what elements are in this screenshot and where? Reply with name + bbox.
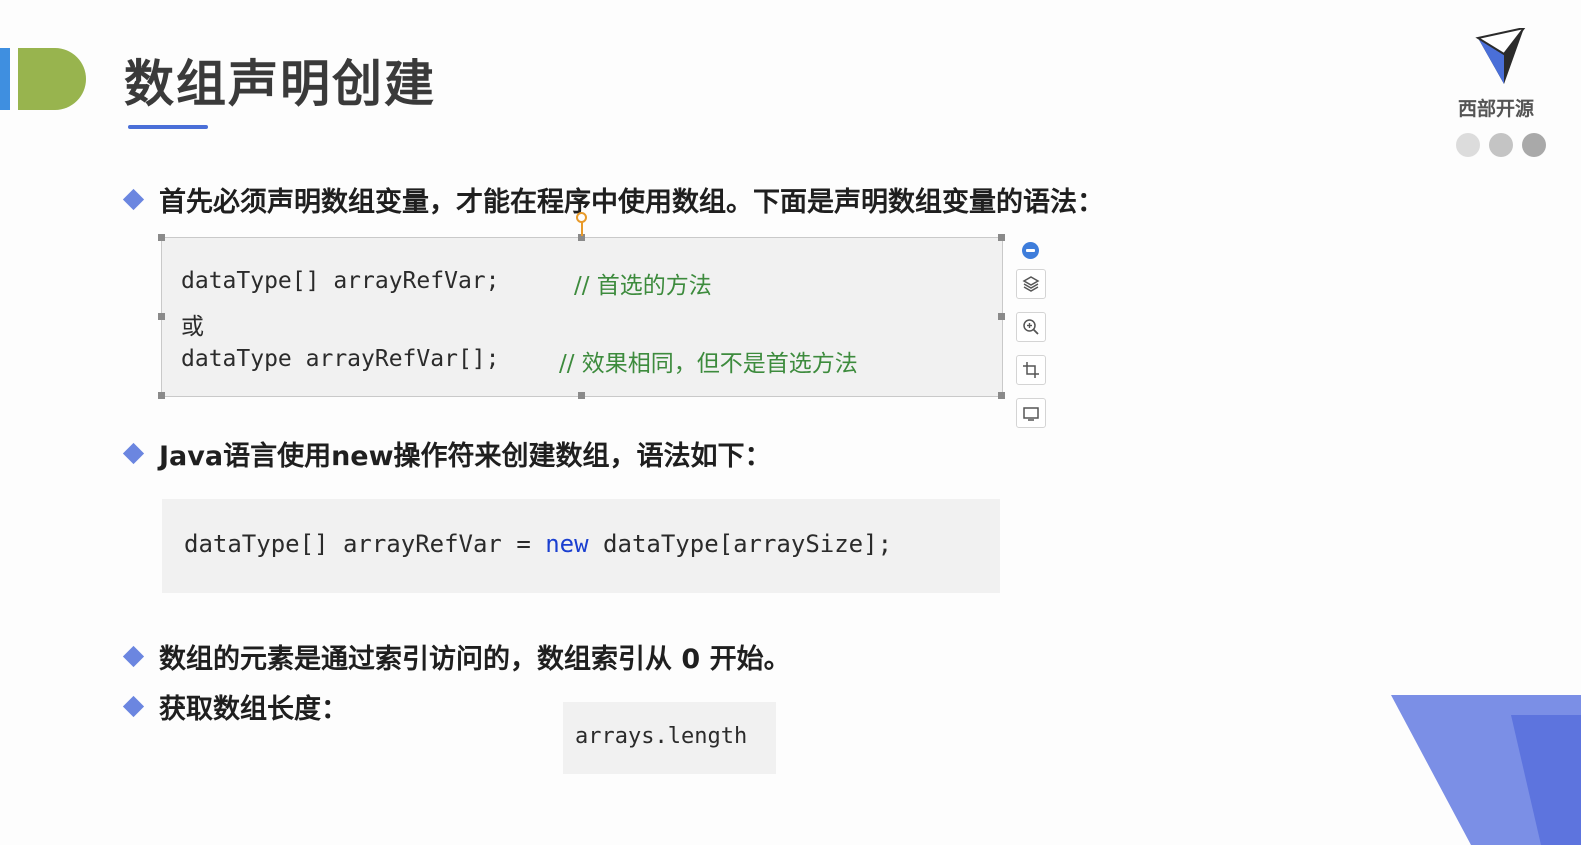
rotate-handle-icon[interactable] [576,212,587,223]
code-line-length: arrays.length [575,724,748,749]
header-blue-bar [0,48,10,110]
slide: 数组声明创建 西部开源 首先必须声明数组变量，才能在程序中使用数组。下面是声明数… [0,0,1581,845]
layers-button[interactable] [1016,269,1046,299]
crop-button[interactable] [1016,355,1046,385]
corner-decoration [1391,695,1581,845]
resize-handle-mr[interactable] [998,313,1005,320]
code-comment-3: // 效果相同，但不是首选方法 [559,351,858,377]
bullet-index: 数组的元素是通过索引访问的，数组索引从 0 开始。 [122,637,791,676]
header-green-tab [18,48,86,110]
resize-handle-tr[interactable] [998,234,1005,241]
code-block-declare[interactable]: dataType[] arrayRefVar; // 首选的方法 或 dataT… [161,237,1003,397]
pagination-dots [1456,133,1546,157]
bullet-diamond-icon [122,645,145,668]
zoom-in-icon [1023,319,1039,335]
bullet-text: 首先必须声明数组变量，才能在程序中使用数组。下面是声明数组变量的语法： [159,187,1104,218]
collapse-icon[interactable] [1022,242,1039,259]
bullet-diamond-icon [122,442,145,465]
layers-icon [1022,276,1040,292]
resize-handle-br[interactable] [998,392,1005,399]
bullet-length: 获取数组长度： [122,687,348,726]
dot-1 [1456,133,1480,157]
bullet-diamond-icon [122,695,145,718]
resize-handle-ml[interactable] [158,313,165,320]
code-text: dataType[arraySize]; [588,530,893,558]
bullet-text: Java语言使用new操作符来创建数组，语法如下： [159,441,772,472]
code-block-create: dataType[] arrayRefVar = new dataType[ar… [162,499,1000,593]
code-line-2: 或 [181,314,204,340]
code-line-3: dataType arrayRefVar[]; [181,346,500,372]
bullet-text: 数组的元素是通过索引访问的，数组索引从 0 开始。 [159,644,791,675]
code-keyword: new [545,530,589,558]
frame-icon [1023,407,1039,421]
logo-arrow-icon [1475,28,1526,84]
bullet-declare: 首先必须声明数组变量，才能在程序中使用数组。下面是声明数组变量的语法： [122,180,1104,219]
zoom-in-button[interactable] [1016,312,1046,342]
dot-2 [1489,133,1513,157]
rotate-stem [581,222,583,236]
dot-3 [1522,133,1546,157]
code-text: dataType[] arrayRefVar; [181,268,500,294]
resize-handle-tl[interactable] [158,234,165,241]
bullet-create: Java语言使用new操作符来创建数组，语法如下： [122,434,772,473]
crop-icon [1023,362,1039,378]
code-line-create: dataType[] arrayRefVar = new dataType[ar… [184,530,892,558]
frame-button[interactable] [1016,398,1046,428]
resize-handle-bl[interactable] [158,392,165,399]
resize-handle-bm[interactable] [578,392,585,399]
bullet-diamond-icon [122,188,145,211]
bullet-text: 获取数组长度： [159,694,348,725]
code-block-length: arrays.length [563,702,776,774]
brand-logo: 西部开源 [1458,28,1550,120]
code-text: dataType[] arrayRefVar = [184,530,546,558]
slide-title: 数组声明创建 [124,55,436,113]
logo-text: 西部开源 [1458,98,1535,120]
code-line-1: dataType[] arrayRefVar; [181,268,500,294]
title-underline [128,125,208,129]
code-comment-1: // 首选的方法 [574,273,712,299]
